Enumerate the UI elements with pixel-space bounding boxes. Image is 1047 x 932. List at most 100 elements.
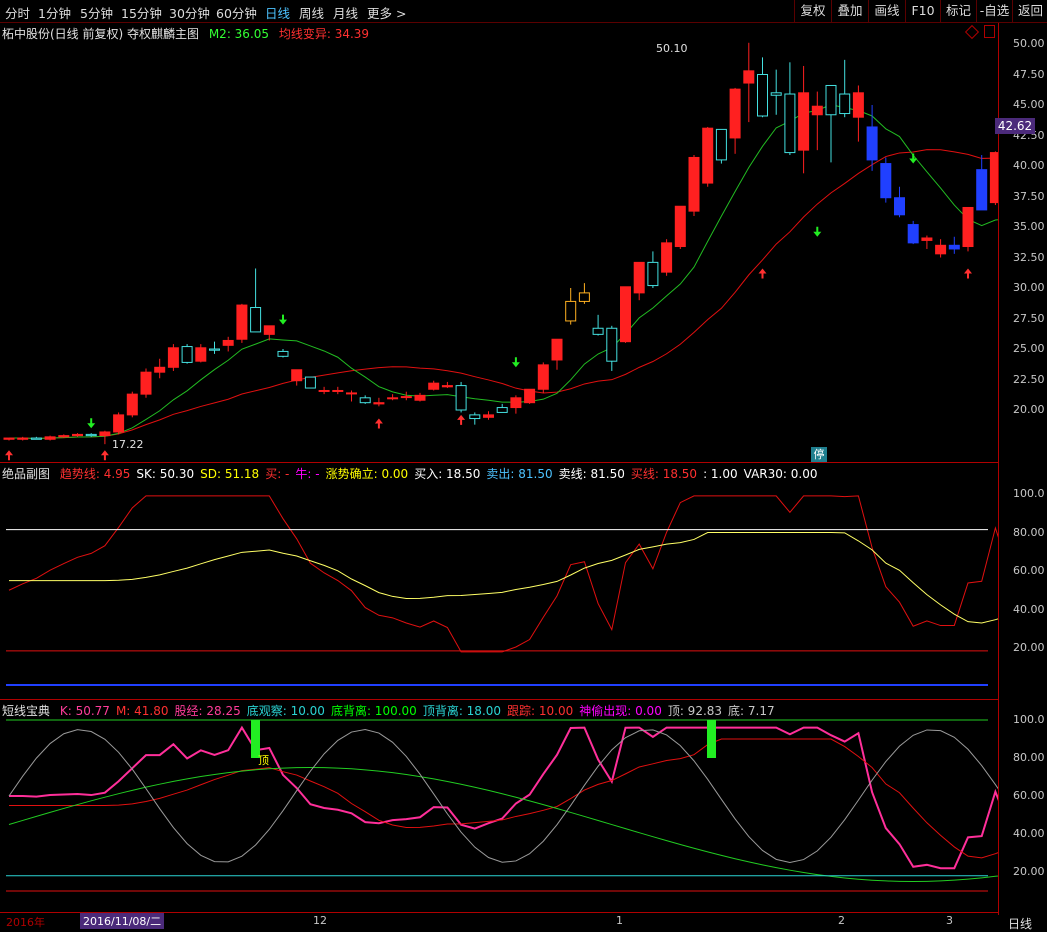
candle-body: [277, 350, 289, 357]
price-tick-label: 22.50: [1013, 372, 1045, 386]
buy-arrow-icon: [457, 414, 466, 425]
candle-body: [661, 242, 673, 273]
sub1-tick-label: 60.00: [1013, 564, 1045, 577]
candle-body: [592, 327, 604, 335]
price-tick-label: 25.00: [1013, 342, 1045, 355]
candle-body: [784, 93, 796, 154]
candle-body: [647, 261, 659, 287]
candle-body: [332, 389, 344, 392]
candle-body: [976, 169, 988, 211]
candle-body: [58, 435, 70, 438]
candle-body: [935, 244, 947, 255]
candle-body: [3, 437, 15, 440]
buy-arrow-icon: [5, 450, 13, 461]
candle-body: [263, 325, 275, 335]
price-tick-label: 45.00: [1013, 98, 1045, 111]
candle-body: [770, 92, 782, 96]
time-cursor-date: 2016/11/08/二: [80, 913, 165, 929]
sub2-tick-label: 60.00: [1013, 789, 1045, 802]
sub2-tick-label: 80.00: [1013, 751, 1045, 764]
time-label-feb: 2: [838, 914, 845, 927]
candle-body: [346, 392, 357, 395]
sell-arrow-icon: [909, 153, 918, 164]
candle-body: [729, 88, 741, 139]
sub1-trend-line: [8, 495, 998, 653]
sub2-tick-label: 100.0: [1013, 713, 1045, 726]
candle-body: [948, 244, 960, 250]
candle-body: [798, 92, 810, 151]
candle-body: [921, 237, 933, 241]
candle-body: [496, 407, 508, 413]
candle-body: [44, 436, 56, 440]
candle-body: [578, 292, 590, 302]
candle-body: [674, 205, 686, 248]
sub2-tick-label: 40.00: [1013, 827, 1045, 840]
sub1-sd-line: [9, 532, 998, 624]
candle-body: [565, 300, 577, 322]
candle-body: [633, 261, 645, 294]
candle-body: [387, 397, 399, 400]
price-tick-label: 37.50: [1013, 189, 1045, 203]
candle-body: [181, 346, 193, 363]
candle-body: [72, 433, 83, 437]
candle-body: [222, 339, 234, 346]
back-button[interactable]: 返回: [1012, 0, 1047, 22]
candle-body: [894, 197, 905, 216]
candle-body: [126, 393, 138, 416]
period-name-label: 日线: [1008, 917, 1033, 931]
candle-body: [962, 206, 974, 248]
candle-body: [483, 414, 494, 418]
sub2-gj-line: [8, 766, 998, 882]
candle-body: [551, 338, 563, 361]
candle-body: [304, 376, 316, 389]
buy-arrow-icon: [758, 268, 767, 279]
candle-body: [688, 156, 700, 212]
sub2-tick-label: 20.00: [1013, 865, 1045, 878]
candle-body: [428, 382, 440, 390]
time-label-mar: 3: [946, 914, 953, 927]
candle-body: [441, 385, 453, 388]
candle-body: [469, 414, 481, 420]
sub2-signal-bar: [707, 720, 716, 758]
price-tick-label: 20.00: [1013, 403, 1045, 416]
candle-body: [359, 397, 371, 404]
sub2-m-line: [9, 738, 998, 859]
time-label-dec: 12: [313, 914, 327, 927]
price-tick-label: 32.50: [1013, 250, 1045, 264]
candle-body: [17, 437, 29, 440]
buy-arrow-icon: [100, 450, 109, 461]
sub1-tick-label: 40.00: [1013, 602, 1045, 616]
candle-body: [250, 307, 262, 333]
candle-body: [209, 348, 220, 351]
sub1-tick-label: 80.00: [1013, 525, 1045, 539]
y-axis: [998, 23, 1047, 915]
candle-body: [510, 397, 522, 409]
price-tick-label: 27.50: [1013, 311, 1045, 325]
top-mark-label: 顶: [258, 754, 269, 767]
candle-body: [236, 304, 248, 340]
sell-arrow-icon: [279, 314, 287, 325]
candle-body: [743, 70, 755, 84]
price-tick-label: 30.00: [1013, 281, 1045, 294]
candle-body: [715, 128, 727, 161]
sub2-k-line: [9, 725, 998, 870]
candle-body: [839, 93, 851, 115]
candle-body: [811, 105, 823, 116]
sell-arrow-icon: [813, 226, 822, 237]
candle-body: [537, 364, 549, 390]
low-price-label: 17.22: [112, 438, 144, 451]
price-tick-label: 47.50: [1013, 67, 1045, 81]
candle-body: [907, 224, 919, 244]
candle-body: [866, 126, 878, 161]
price-tick-label: 35.00: [1013, 220, 1045, 233]
current-price-badge: 42.62: [995, 118, 1035, 134]
sell-arrow-icon: [511, 357, 520, 368]
sub1-tick-label: 100.0: [1013, 487, 1045, 500]
high-price-label: 50.10: [656, 42, 688, 55]
candle-body: [195, 347, 207, 362]
candle-body: [30, 437, 42, 440]
sell-arrow-icon: [87, 418, 96, 429]
candle-body: [318, 389, 330, 392]
candle-body: [989, 152, 998, 204]
candle-body: [140, 371, 152, 395]
